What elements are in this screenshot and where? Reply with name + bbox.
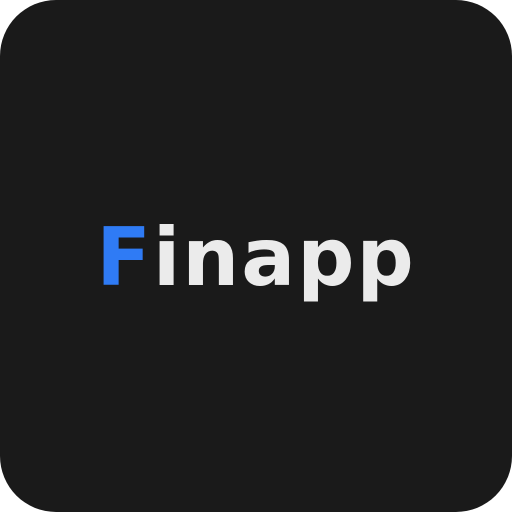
- logo-initial: F: [96, 211, 153, 304]
- app-icon: Finapp: [0, 0, 512, 512]
- logo-wordmark-rest: inapp: [152, 211, 416, 304]
- finapp-logo: Finapp: [96, 218, 416, 298]
